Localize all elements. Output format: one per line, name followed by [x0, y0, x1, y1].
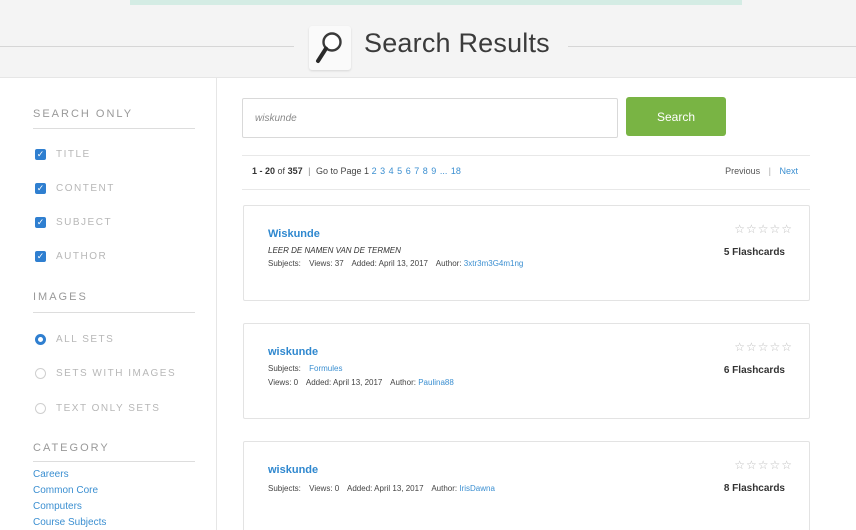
search-input[interactable] [242, 98, 618, 138]
image-option-text-only-sets[interactable]: TEXT ONLY SETS [35, 400, 160, 416]
result-subjects: Subjects: Formules [268, 364, 342, 373]
result-title[interactable]: Wiskunde [268, 228, 320, 240]
result-meta: Subjects: Views: 37 Added: April 13, 201… [268, 259, 523, 268]
views-count: Views: 37 [309, 259, 344, 268]
page-link[interactable]: 4 [389, 166, 394, 176]
sidebar-divider [33, 312, 195, 313]
subjects-label: Subjects: [268, 484, 301, 493]
prev-next-separator: | [768, 166, 771, 176]
checkmark-icon[interactable]: ✓ [35, 216, 46, 228]
star-icon[interactable]: ☆☆☆☆☆ [734, 340, 793, 354]
search-only-heading: SEARCH ONLY [33, 108, 134, 120]
category-link-common-core[interactable]: Common Core [33, 485, 98, 496]
result-card: Wiskunde LEER DE NAMEN VAN DE TERMEN Sub… [243, 205, 810, 301]
flashcard-count: 6 Flashcards [723, 365, 785, 376]
page-link[interactable]: 3 [380, 166, 385, 176]
page-header: Search Results [0, 0, 856, 78]
result-description: LEER DE NAMEN VAN DE TERMEN [268, 246, 401, 255]
views-count: Views: 0 [309, 484, 340, 493]
page-link-last[interactable]: 18 [451, 166, 461, 176]
result-meta: Subjects: Views: 0 Added: April 13, 2017… [268, 484, 495, 493]
goto-page-label: Go to Page [315, 166, 362, 176]
checkmark-icon[interactable]: ✓ [35, 182, 46, 194]
image-option-label: TEXT ONLY SETS [56, 402, 161, 414]
author-link[interactable]: 3xtr3m3G4m1ng [464, 259, 524, 268]
page-link[interactable]: 2 [372, 166, 377, 176]
page-link[interactable]: 5 [397, 166, 402, 176]
category-link-course-subjects[interactable]: Course Subjects [33, 517, 106, 528]
page-link[interactable]: 7 [414, 166, 419, 176]
sidebar-divider [33, 461, 195, 462]
result-meta: Views: 0 Added: April 13, 2017 Author: P… [268, 378, 454, 387]
sidebar-divider [33, 128, 195, 129]
sidebar: SEARCH ONLY ✓ TITLE ✓ CONTENT ✓ SUBJECT … [0, 78, 217, 530]
prev-next-nav: Previous | Next [725, 166, 798, 176]
pagination-divider-bottom [242, 189, 810, 190]
star-icon[interactable]: ☆☆☆☆☆ [734, 458, 793, 472]
result-title[interactable]: wiskunde [268, 346, 318, 358]
filter-subject-label: SUBJECT [56, 216, 113, 228]
added-date: Added: April 13, 2017 [351, 259, 428, 268]
image-option-label: SETS WITH IMAGES [56, 367, 177, 379]
result-card: wiskunde Subjects: Formules Views: 0 Add… [243, 323, 810, 419]
pagination: 1 - 20 of 357 | Go to Page 1 2 3 4 5 6 7… [252, 166, 462, 176]
filter-author[interactable]: ✓ AUTHOR [35, 248, 107, 264]
page-ellipsis: ... [439, 166, 448, 176]
pagination-divider-top [242, 155, 810, 156]
author-link[interactable]: Paulina88 [418, 378, 454, 387]
subjects-label: Subjects: [268, 364, 301, 373]
previous-link[interactable]: Previous [725, 166, 760, 176]
magnifier-icon [309, 26, 351, 70]
flashcard-count: 8 Flashcards [723, 483, 785, 494]
added-date: Added: April 13, 2017 [305, 378, 383, 387]
filter-subject[interactable]: ✓ SUBJECT [35, 214, 112, 230]
search-results-page: Search Results SEARCH ONLY ✓ TITLE ✓ CON… [0, 0, 856, 530]
header-accent-line [130, 0, 742, 5]
author-link[interactable]: IrisDawna [459, 484, 495, 493]
author-label: Author: [431, 484, 458, 493]
author-label: Author: [390, 378, 416, 387]
header-divider-left [0, 46, 294, 47]
result-range: 1 - 20 [252, 166, 276, 176]
search-button[interactable]: Search [626, 97, 726, 136]
filter-author-label: AUTHOR [56, 250, 108, 262]
image-option-label: ALL SETS [56, 333, 115, 345]
page-current: 1 [364, 166, 370, 176]
next-link[interactable]: Next [779, 166, 798, 176]
category-heading: CATEGORY [33, 442, 110, 454]
image-option-all-sets[interactable]: ALL SETS [35, 331, 114, 347]
star-icon[interactable]: ☆☆☆☆☆ [734, 222, 793, 236]
radio-icon[interactable] [35, 367, 46, 379]
image-option-sets-with-images[interactable]: SETS WITH IMAGES [35, 365, 176, 381]
page-title: Search Results [364, 28, 550, 58]
filter-title-label: TITLE [56, 148, 91, 160]
added-date: Added: April 13, 2017 [347, 484, 424, 493]
subject-link[interactable]: Formules [309, 364, 342, 373]
category-link-computers[interactable]: Computers [33, 501, 82, 512]
filter-content[interactable]: ✓ CONTENT [35, 180, 115, 196]
filter-title[interactable]: ✓ TITLE [35, 146, 91, 162]
flashcard-count: 5 Flashcards [723, 247, 785, 258]
checkmark-icon[interactable]: ✓ [35, 250, 46, 262]
filter-content-label: CONTENT [56, 182, 115, 194]
result-title[interactable]: wiskunde [268, 464, 318, 476]
of-label: of [277, 166, 286, 176]
radio-selected-icon[interactable] [35, 333, 46, 345]
pagination-separator: | [308, 166, 311, 176]
header-divider-right [568, 46, 856, 47]
checkmark-icon[interactable]: ✓ [35, 148, 46, 160]
views-count: Views: 0 [268, 378, 299, 387]
page-link[interactable]: 9 [431, 166, 436, 176]
category-link-careers[interactable]: Careers [33, 469, 69, 480]
page-link[interactable]: 6 [406, 166, 411, 176]
radio-icon[interactable] [35, 402, 46, 414]
result-total: 357 [287, 166, 303, 176]
page-link[interactable]: 8 [423, 166, 428, 176]
images-heading: IMAGES [33, 291, 88, 303]
subjects-label: Subjects: [268, 259, 301, 268]
author-label: Author: [435, 259, 462, 268]
result-card: wiskunde Subjects: Views: 0 Added: April… [243, 441, 810, 530]
